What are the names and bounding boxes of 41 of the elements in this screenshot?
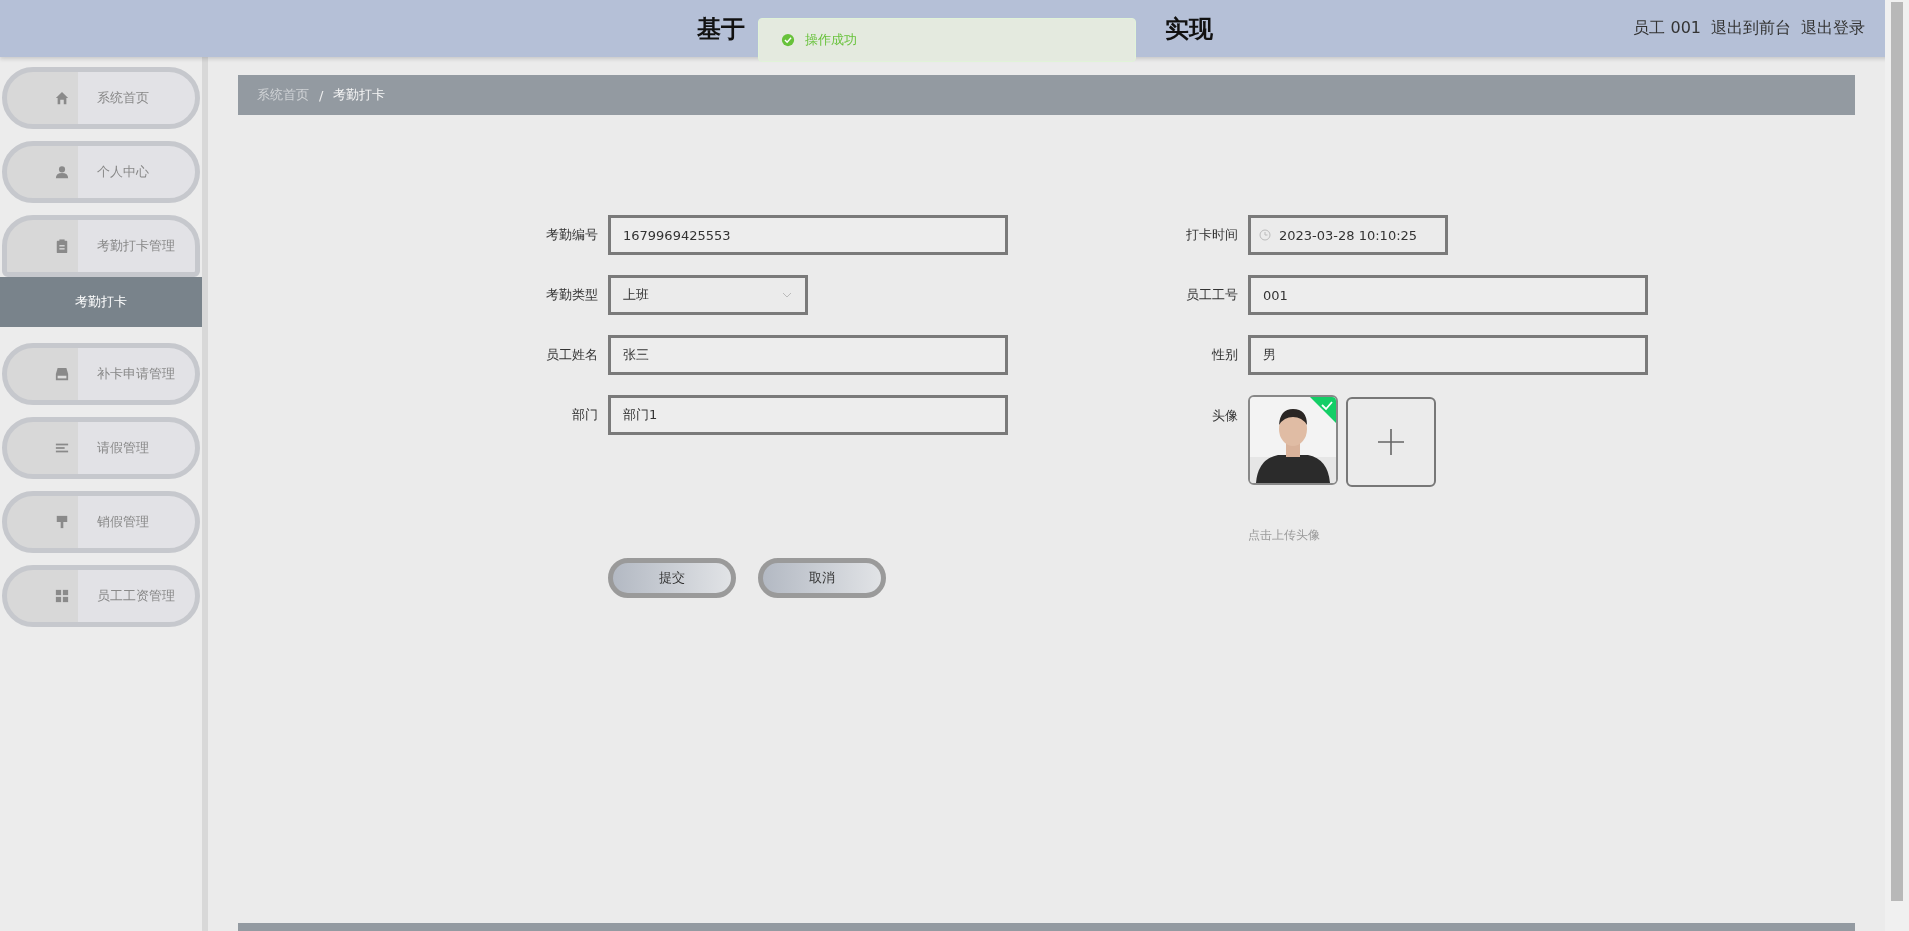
upload-success-badge-icon (1310, 397, 1336, 423)
input-field[interactable]: 男 (1248, 335, 1648, 375)
header-link[interactable]: 退出登录 (1801, 18, 1865, 39)
select-field[interactable]: 上班 (608, 275, 808, 315)
user-icon (55, 165, 69, 179)
tray-icon (55, 367, 69, 381)
date-time-field[interactable]: 2023-03-28 10:10:25 (1248, 215, 1448, 255)
input-field[interactable]: 张三 (608, 335, 1008, 375)
toast-message: 操作成功 (805, 31, 857, 49)
scrollbar-thumb[interactable] (1891, 2, 1903, 901)
field-label: 性别 (1211, 346, 1239, 364)
breadcrumb-separator: / (319, 87, 324, 103)
submit-button[interactable]: 提交 (608, 558, 736, 598)
field-label: 头像 (1211, 407, 1239, 425)
grid-icon (55, 589, 69, 603)
clock-icon (1259, 229, 1271, 241)
input-field[interactable]: 部门1 (608, 395, 1008, 435)
upload-button[interactable] (1346, 397, 1436, 487)
page-title: 实现 (1164, 13, 1213, 45)
upload-hint: 点击上传头像 (1248, 527, 1321, 544)
field-label: 考勤类型 (545, 286, 599, 304)
user-name: 员工 001 (1633, 18, 1701, 39)
field-label: 员工姓名 (545, 346, 599, 364)
field-label: 员工工号 (1185, 286, 1239, 304)
plus-icon (1377, 428, 1405, 456)
input-field[interactable]: 001 (1248, 275, 1648, 315)
submenu-item[interactable]: 考勤打卡 (0, 277, 202, 327)
scrollbar[interactable] (1885, 0, 1909, 931)
field-label: 部门 (571, 406, 599, 424)
brush-icon (55, 515, 69, 529)
breadcrumb-item: 考勤打卡 (333, 86, 386, 104)
header-link[interactable]: 退出到前台 (1711, 18, 1791, 39)
list-icon (55, 441, 69, 455)
clipboard-icon (55, 239, 69, 253)
cancel-button[interactable]: 取消 (758, 558, 886, 598)
field-label: 考勤编号 (545, 226, 599, 244)
input-field[interactable]: 1679969425553 (608, 215, 1008, 255)
success-icon (781, 33, 795, 47)
home-icon (55, 91, 69, 105)
field-label: 打卡时间 (1185, 226, 1239, 244)
page-title: 基于 (696, 13, 745, 45)
